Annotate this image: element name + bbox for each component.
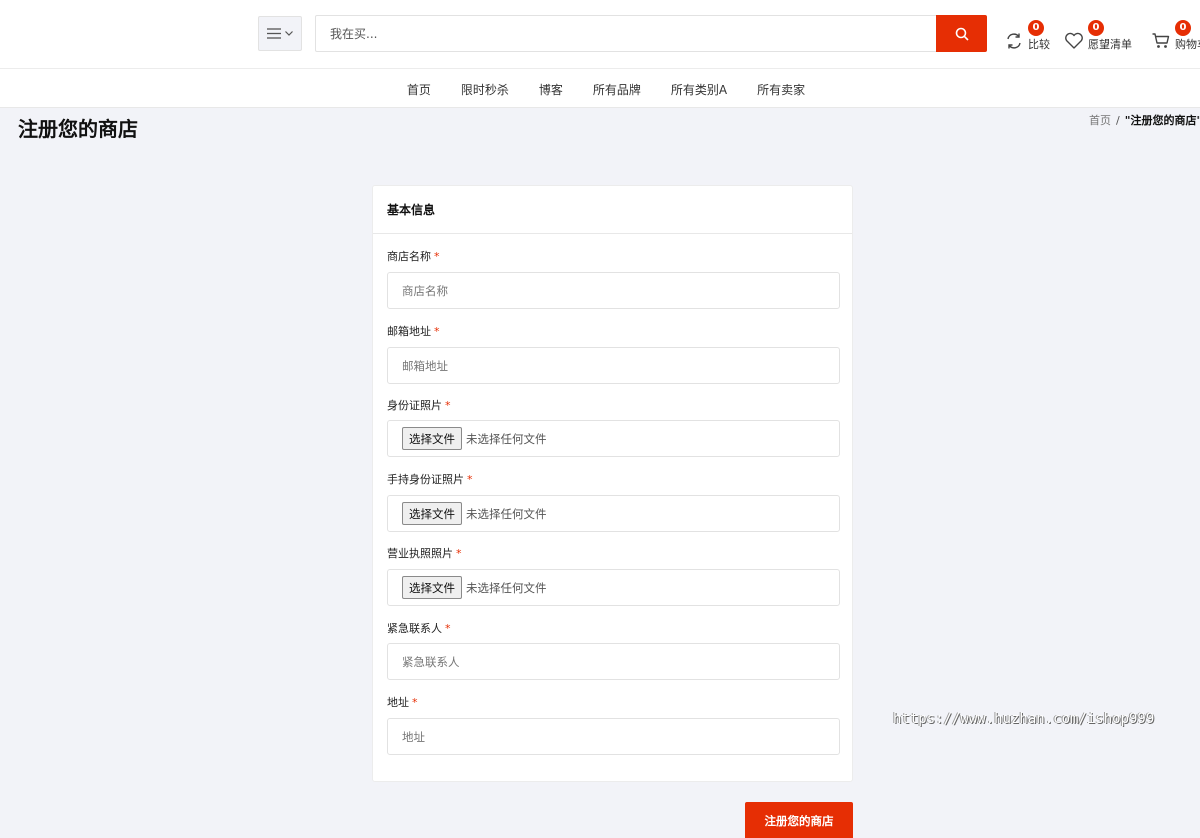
register-shop-button[interactable]: 注册您的商店 — [745, 802, 853, 838]
shop-name-label-text: 商店名称 — [387, 250, 431, 263]
id-photo-choose-file-button[interactable]: 选择文件 — [402, 427, 462, 450]
emergency-contact-label: 紧急联系人 * — [387, 620, 451, 636]
registration-form-card: 基本信息 商店名称* 邮箱地址* 身份证照片* 选择文件 未选择任何文件 手持身… — [372, 185, 853, 782]
shop-name-input[interactable] — [387, 272, 840, 309]
hand-id-photo-file-input: 选择文件 未选择任何文件 — [387, 495, 840, 532]
main-nav: 首页 限时秒杀 博客 所有品牌 所有类别A 所有卖家 — [0, 70, 1200, 108]
required-mark: * — [445, 622, 451, 635]
page-title: 注册您的商店 — [18, 117, 138, 141]
breadcrumb-current: "注册您的商店" — [1124, 114, 1200, 127]
nav-item-sellers[interactable]: 所有卖家 — [757, 81, 805, 98]
address-input[interactable] — [387, 718, 840, 755]
license-photo-file-status: 未选择任何文件 — [466, 580, 547, 595]
cart-count-badge: 0 — [1175, 20, 1191, 36]
category-menu-button[interactable] — [258, 16, 302, 51]
license-photo-choose-file-button[interactable]: 选择文件 — [402, 576, 462, 599]
compare-label: 比较 — [1028, 38, 1050, 51]
hamburger-icon — [267, 28, 281, 39]
search-bar — [315, 15, 987, 52]
required-mark: * — [456, 547, 462, 560]
license-photo-file-input: 选择文件 未选择任何文件 — [387, 569, 840, 606]
email-label-text: 邮箱地址 — [387, 325, 431, 338]
hand-id-photo-label-text: 手持身份证照片 — [387, 473, 464, 486]
required-mark: * — [445, 399, 451, 412]
email-input[interactable] — [387, 347, 840, 384]
id-photo-file-input: 选择文件 未选择任何文件 — [387, 420, 840, 457]
compare-icon — [1007, 33, 1021, 49]
search-button[interactable] — [936, 15, 987, 52]
required-mark: * — [434, 325, 440, 338]
cart-link[interactable]: 0 购物车 — [1150, 18, 1200, 52]
wishlist-label: 愿望清单 — [1088, 38, 1132, 51]
wishlist-link[interactable]: 0 愿望清单 — [1063, 18, 1132, 52]
search-input[interactable] — [316, 16, 936, 51]
section-title: 基本信息 — [373, 186, 852, 234]
required-mark: * — [434, 250, 440, 263]
required-mark: * — [467, 473, 473, 486]
nav-item-flash-sale[interactable]: 限时秒杀 — [461, 81, 509, 98]
hand-id-photo-label: 手持身份证照片 * — [387, 471, 473, 487]
site-header: 0 比较 0 愿望清单 0 购物车 首页 限时秒杀 博客 所有品牌 所有类别A 所有卖… — [0, 0, 1200, 108]
required-mark: * — [412, 696, 418, 709]
hand-id-photo-choose-file-button[interactable]: 选择文件 — [402, 502, 462, 525]
id-photo-label-text: 身份证照片 — [387, 399, 442, 412]
emergency-contact-input[interactable] — [387, 643, 840, 680]
nav-item-brands[interactable]: 所有品牌 — [593, 81, 641, 98]
search-icon — [955, 27, 969, 41]
email-label: 邮箱地址 * — [387, 323, 440, 339]
breadcrumb-separator: / — [1116, 114, 1120, 127]
top-bar: 0 比较 0 愿望清单 0 购物车 — [0, 0, 1200, 69]
heart-icon — [1065, 32, 1083, 49]
cart-icon — [1152, 33, 1170, 48]
license-photo-label-text: 营业执照照片 — [387, 547, 453, 560]
wishlist-count-badge: 0 — [1088, 20, 1104, 36]
license-photo-label: 营业执照照片 * — [387, 545, 462, 561]
id-photo-label: 身份证照片 * — [387, 397, 451, 413]
nav-item-blog[interactable]: 博客 — [539, 81, 563, 98]
shop-name-label: 商店名称 * — [387, 248, 440, 264]
id-photo-file-status: 未选择任何文件 — [466, 431, 547, 446]
cart-label: 购物车 — [1175, 38, 1200, 51]
compare-link[interactable]: 0 比较 — [1003, 18, 1050, 52]
emergency-contact-label-text: 紧急联系人 — [387, 622, 442, 635]
chevron-down-icon — [285, 31, 293, 36]
address-label-text: 地址 — [387, 696, 409, 709]
compare-count-badge: 0 — [1028, 20, 1044, 36]
address-label: 地址 * — [387, 694, 418, 710]
watermark-text: https://www.huzhan.com/ishop999 — [893, 711, 1155, 727]
nav-item-home[interactable]: 首页 — [407, 81, 431, 98]
hand-id-photo-file-status: 未选择任何文件 — [466, 506, 547, 521]
breadcrumb-home[interactable]: 首页 — [1089, 114, 1111, 127]
nav-item-categories[interactable]: 所有类别A — [671, 81, 727, 98]
breadcrumb: 首页 / "注册您的商店" — [1089, 112, 1200, 128]
